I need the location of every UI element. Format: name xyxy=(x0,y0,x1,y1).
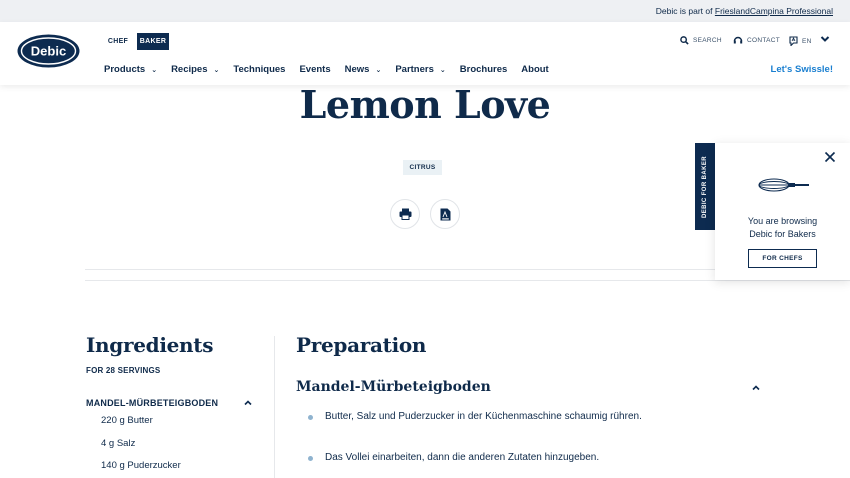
ingredient-item: 4 g Salz xyxy=(101,437,136,449)
nav-item-news[interactable]: News ⌄ xyxy=(345,64,382,75)
site-header: Debic CHEF BAKER SEARCH CONTACT EN Produ… xyxy=(0,22,850,85)
nav-label: About xyxy=(521,64,549,75)
page-title: Lemon Love xyxy=(299,82,551,127)
segment-message: You are browsing Debic for Bakers xyxy=(715,215,850,240)
preparation-title: Preparation xyxy=(296,333,427,357)
nav-label: Techniques xyxy=(233,64,286,75)
nav-item-recipes[interactable]: Recipes ⌄ xyxy=(171,64,219,75)
parent-company-link[interactable]: FrieslandCampina Professional xyxy=(715,6,833,16)
nav-item-products[interactable]: Products ⌄ xyxy=(104,64,157,75)
column-divider xyxy=(274,336,275,478)
search-link[interactable]: SEARCH xyxy=(680,36,722,45)
preparation-steps: Butter, Salz und Puderzucker in der Küch… xyxy=(308,410,728,478)
printer-icon xyxy=(399,208,411,220)
nav-label: Recipes xyxy=(171,64,208,75)
segment-baker[interactable]: BAKER xyxy=(137,33,169,50)
chevron-up-icon[interactable] xyxy=(243,398,253,408)
ingredient-group-title[interactable]: MANDEL-MÜRBETEIGBODEN xyxy=(86,398,218,408)
ingredient-list: 220 g Butter 4 g Salz 140 g Puderzucker xyxy=(101,415,181,478)
preparation-step: Butter, Salz und Puderzucker in der Küch… xyxy=(308,410,728,451)
headset-icon xyxy=(733,36,743,44)
parent-company-note: Debic is part of FrieslandCampina Profes… xyxy=(656,6,833,16)
servings-label: FOR 28 SERVINGS xyxy=(86,366,161,375)
contact-label: CONTACT xyxy=(747,37,781,44)
pdf-icon xyxy=(440,208,450,220)
debic-logo-mark: Debic xyxy=(17,34,80,68)
preparation-subtitle[interactable]: Mandel-Mürbeteigboden xyxy=(296,379,491,395)
segment-side-tab[interactable]: DEBIC FOR BAKER xyxy=(695,143,715,230)
language-label: EN xyxy=(802,37,812,45)
pdf-download-button[interactable] xyxy=(430,199,460,229)
main-nav: Products ⌄ Recipes ⌄ Techniques Events N… xyxy=(104,64,563,75)
language-selector[interactable]: EN xyxy=(789,36,812,46)
chevron-down-icon: ⌄ xyxy=(375,66,382,74)
side-tab-label: DEBIC FOR BAKER xyxy=(702,155,708,218)
segment-chef[interactable]: CHEF xyxy=(103,33,133,50)
top-bar: Debic is part of FrieslandCampina Profes… xyxy=(0,0,850,22)
preparation-step: Das Vollei einarbeiten, dann die anderen… xyxy=(308,451,728,478)
language-icon xyxy=(789,36,798,46)
swissle-link[interactable]: Let's Swissle! xyxy=(771,64,833,75)
nav-item-techniques[interactable]: Techniques xyxy=(233,64,285,75)
switch-to-chefs-button[interactable]: FOR CHEFS xyxy=(748,249,817,268)
nav-item-events[interactable]: Events xyxy=(299,64,330,75)
print-button[interactable] xyxy=(390,199,420,229)
segment-message-line2: Debic for Bakers xyxy=(749,228,816,239)
ingredient-item: 220 g Butter xyxy=(101,415,153,426)
nav-label: News xyxy=(344,64,370,75)
category-tag[interactable]: CITRUS xyxy=(403,160,442,175)
chevron-down-icon: ⌄ xyxy=(213,66,220,74)
nav-item-partners[interactable]: Partners ⌄ xyxy=(395,64,445,75)
nav-label: Brochures xyxy=(459,64,508,75)
chevron-down-icon: ⌄ xyxy=(151,66,158,74)
debic-logo[interactable]: Debic xyxy=(17,34,80,68)
search-label: SEARCH xyxy=(693,37,722,44)
close-icon[interactable] xyxy=(824,151,836,163)
parent-company-prefix: Debic is part of xyxy=(655,6,713,16)
chevron-down-icon[interactable] xyxy=(820,34,830,44)
section-divider xyxy=(85,280,850,281)
nav-item-brochures[interactable]: Brochures xyxy=(460,64,508,75)
segment-message-line1: You are browsing xyxy=(747,216,818,226)
logo-text: Debic xyxy=(31,44,66,59)
nav-label: Products xyxy=(104,64,146,75)
ingredients-title: Ingredients xyxy=(86,333,214,357)
nav-label: Events xyxy=(299,64,331,75)
contact-link[interactable]: CONTACT xyxy=(733,36,780,45)
nav-label: Partners xyxy=(395,64,434,75)
chevron-up-icon[interactable] xyxy=(751,383,761,393)
chevron-down-icon: ⌄ xyxy=(439,66,446,74)
ingredient-item: 140 g Puderzucker xyxy=(101,460,181,471)
nav-item-about[interactable]: About xyxy=(521,64,548,75)
segment-popup: You are browsing Debic for Bakers FOR CH… xyxy=(715,143,850,280)
search-icon xyxy=(680,36,689,45)
whisk-icon xyxy=(758,178,809,192)
